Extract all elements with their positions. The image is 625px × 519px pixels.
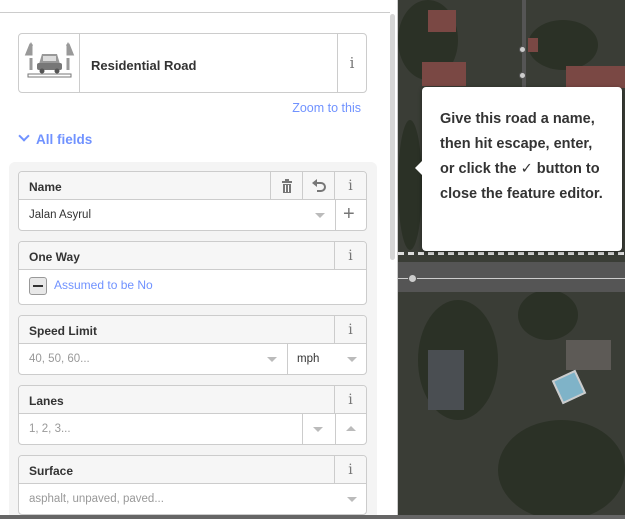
unit-dropdown-caret-icon[interactable] — [347, 357, 357, 362]
field-oneway: One Way i Assumed to be No — [18, 241, 367, 305]
header-divider — [0, 12, 390, 13]
speed-input[interactable]: 40, 50, 60... — [29, 353, 90, 365]
lanes-divider-2 — [335, 414, 336, 444]
car-road-icon — [19, 34, 80, 92]
surface-info-icon[interactable]: i — [334, 456, 366, 484]
increment-icon[interactable] — [346, 426, 356, 431]
decrement-icon[interactable] — [313, 427, 323, 432]
chevron-down-icon — [18, 130, 30, 142]
oneway-checkbox[interactable] — [29, 277, 47, 295]
map-view[interactable] — [398, 0, 625, 519]
speed-unit-select[interactable]: mph — [297, 353, 319, 365]
field-name: Name i Jalan Asyrul + — [18, 171, 367, 231]
field-lanes: Lanes i 1, 2, 3... — [18, 385, 367, 445]
field-surface: Surface i asphalt, unpaved, paved... — [18, 455, 367, 515]
road-vertex[interactable] — [408, 274, 417, 283]
lanes-divider-1 — [302, 414, 303, 444]
speed-divider — [287, 344, 288, 374]
all-fields-label: All fields — [36, 132, 93, 147]
lanes-input[interactable]: 1, 2, 3... — [29, 423, 71, 435]
field-speed-label: Speed Limit — [29, 324, 98, 338]
surface-dropdown-caret-icon[interactable] — [347, 497, 357, 502]
feature-editor-sidebar: Residential Road i Zoom to this All fiel… — [0, 0, 398, 519]
selected-road-line[interactable] — [398, 252, 625, 255]
name-input[interactable]: Jalan Asyrul — [29, 209, 91, 221]
preset-name: Residential Road — [91, 58, 197, 73]
name-divider — [335, 200, 336, 230]
info-icon[interactable]: i — [337, 34, 366, 92]
name-info-icon[interactable]: i — [334, 172, 366, 200]
all-fields-toggle[interactable]: All fields — [18, 130, 93, 147]
walkthrough-tooltip: Give this road a name, then hit escape, … — [415, 87, 622, 251]
lanes-info-icon[interactable]: i — [334, 386, 366, 414]
map-vertex[interactable] — [519, 72, 526, 79]
trash-icon[interactable] — [270, 172, 302, 200]
speed-info-icon[interactable]: i — [334, 316, 366, 344]
add-localized-name-icon[interactable]: + — [343, 203, 355, 226]
sidebar-scrollbar[interactable] — [390, 14, 395, 260]
field-name-label: Name — [29, 180, 62, 194]
oneway-value-label[interactable]: Assumed to be No — [54, 278, 153, 292]
name-dropdown-caret-icon[interactable] — [315, 213, 325, 218]
field-oneway-label: One Way — [29, 250, 80, 264]
tooltip-text: Give this road a name, then hit escape, … — [440, 111, 603, 202]
bottom-bar — [0, 515, 625, 519]
map-vertex[interactable] — [519, 46, 526, 53]
field-surface-label: Surface — [29, 464, 74, 478]
field-lanes-label: Lanes — [29, 394, 64, 408]
road-line[interactable] — [398, 278, 625, 279]
pool — [551, 369, 587, 405]
check-icon: ✓ — [520, 161, 533, 177]
zoom-to-this-link[interactable]: Zoom to this — [292, 101, 361, 115]
preset-selector[interactable]: Residential Road i — [18, 33, 367, 93]
field-speed-limit: Speed Limit i 40, 50, 60... mph — [18, 315, 367, 375]
surface-input[interactable]: asphalt, unpaved, paved... — [29, 493, 164, 505]
oneway-info-icon[interactable]: i — [334, 242, 366, 270]
speed-dropdown-caret-icon[interactable] — [267, 357, 277, 362]
undo-icon[interactable] — [302, 172, 334, 200]
